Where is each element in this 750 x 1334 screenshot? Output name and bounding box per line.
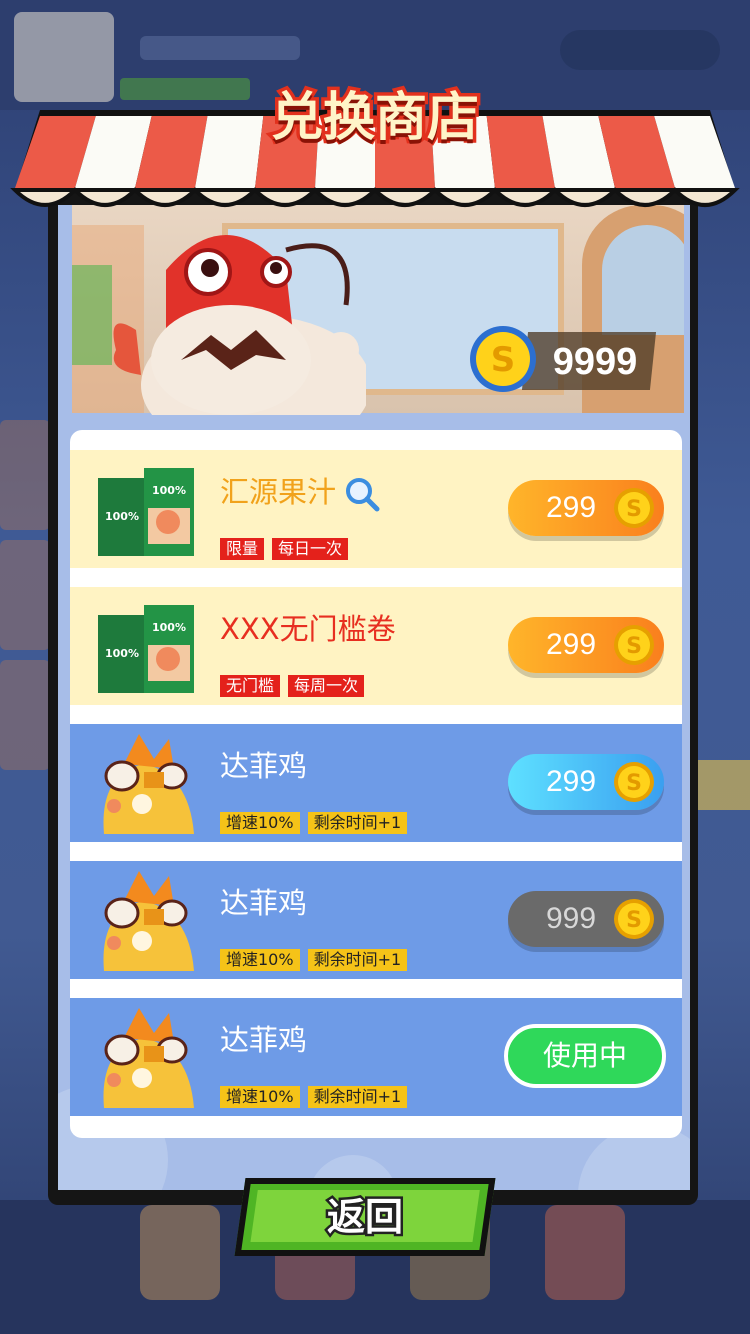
search-icon[interactable] [344,476,380,512]
juice-box-image: 100% 100% [98,605,194,693]
shop-item-list: 100% 100% 汇源果汁 限量 每日一次 299 S 100% 100% X… [70,430,682,1138]
item-tag: 增速10% [220,949,300,971]
shop-title: 兑换商店 [267,85,482,152]
coin-icon: S [614,899,654,939]
duffy-chicken-image [103,871,194,971]
coin-icon: S [614,625,654,665]
item-tags: 增速10% 剩余时间+1 [220,1086,408,1110]
shrimp-shopkeeper-mascot [113,235,366,415]
list-item: 100% 100% 汇源果汁 限量 每日一次 299 S [70,450,682,568]
duffy-chicken-image [103,1008,194,1108]
item-tags: 增速10% 剩余时间+1 [220,812,408,836]
item-tag: 每日一次 [272,538,349,560]
background-right-band [698,760,750,810]
svg-text:S: S [626,634,642,659]
return-button-label[interactable]: 返回 [240,1182,490,1252]
list-item: 达菲鸡 增速10% 剩余时间+1 999 S [70,861,682,979]
svg-text:S: S [626,908,642,933]
background-side-card [0,540,50,650]
item-tag: 剩余时间+1 [307,949,408,971]
coin-icon: S [614,762,654,802]
list-item: 达菲鸡 增速10% 剩余时间+1 299 S [70,724,682,842]
item-tag: 无门槛 [220,675,281,697]
juice-box-image: 100% 100% [98,468,194,556]
coin-balance-value: 9999 [552,341,638,383]
background-side-card [0,420,50,530]
item-name: 达菲鸡 [220,1023,308,1057]
svg-text:S: S [626,771,642,796]
list-item: 100% 100% XXX无门槛卷 无门槛 每周一次 299 S [70,587,682,705]
duffy-chicken-image [103,734,194,834]
item-name: 汇源果汁 [220,475,337,509]
price-value: 999 [545,902,597,935]
item-tag: 剩余时间+1 [307,1086,408,1108]
svg-text:S: S [491,340,516,380]
price-value: 299 [545,765,597,798]
item-tag: 每周一次 [288,675,365,697]
item-tag: 增速10% [220,1086,300,1108]
buy-button[interactable]: 299 S [508,480,664,536]
item-name: 达菲鸡 [220,749,308,783]
background-coin-pill [560,30,720,70]
coin-icon: S [470,326,536,392]
price-value: 299 [545,628,597,661]
coin-icon: S [614,488,654,528]
background-avatar [14,12,114,102]
buy-button[interactable]: 299 S [508,754,664,810]
item-name: XXX无门槛卷 [220,612,396,646]
background-dock-item [545,1205,625,1300]
svg-text:100%: 100% [105,647,139,660]
item-tags: 无门槛 每周一次 [220,675,365,699]
item-tags: 增速10% 剩余时间+1 [220,949,408,973]
list-item: 达菲鸡 增速10% 剩余时间+1 使用中 [70,998,682,1116]
svg-text:100%: 100% [152,621,186,634]
item-name: 达菲鸡 [220,886,308,920]
svg-text:S: S [626,497,642,522]
background-dock-item [140,1205,220,1300]
svg-text:100%: 100% [152,484,186,497]
item-tags: 限量 每日一次 [220,538,349,562]
item-tag: 增速10% [220,812,300,834]
in-use-button[interactable]: 使用中 [504,1024,666,1088]
background-player-name [140,36,300,60]
background-side-card [0,660,50,770]
item-tag: 剩余时间+1 [307,812,408,834]
buy-button-disabled[interactable]: 999 S [508,891,664,947]
price-value: 299 [545,491,597,524]
item-tag: 限量 [220,538,265,560]
buy-button[interactable]: 299 S [508,617,664,673]
svg-text:100%: 100% [105,510,139,523]
